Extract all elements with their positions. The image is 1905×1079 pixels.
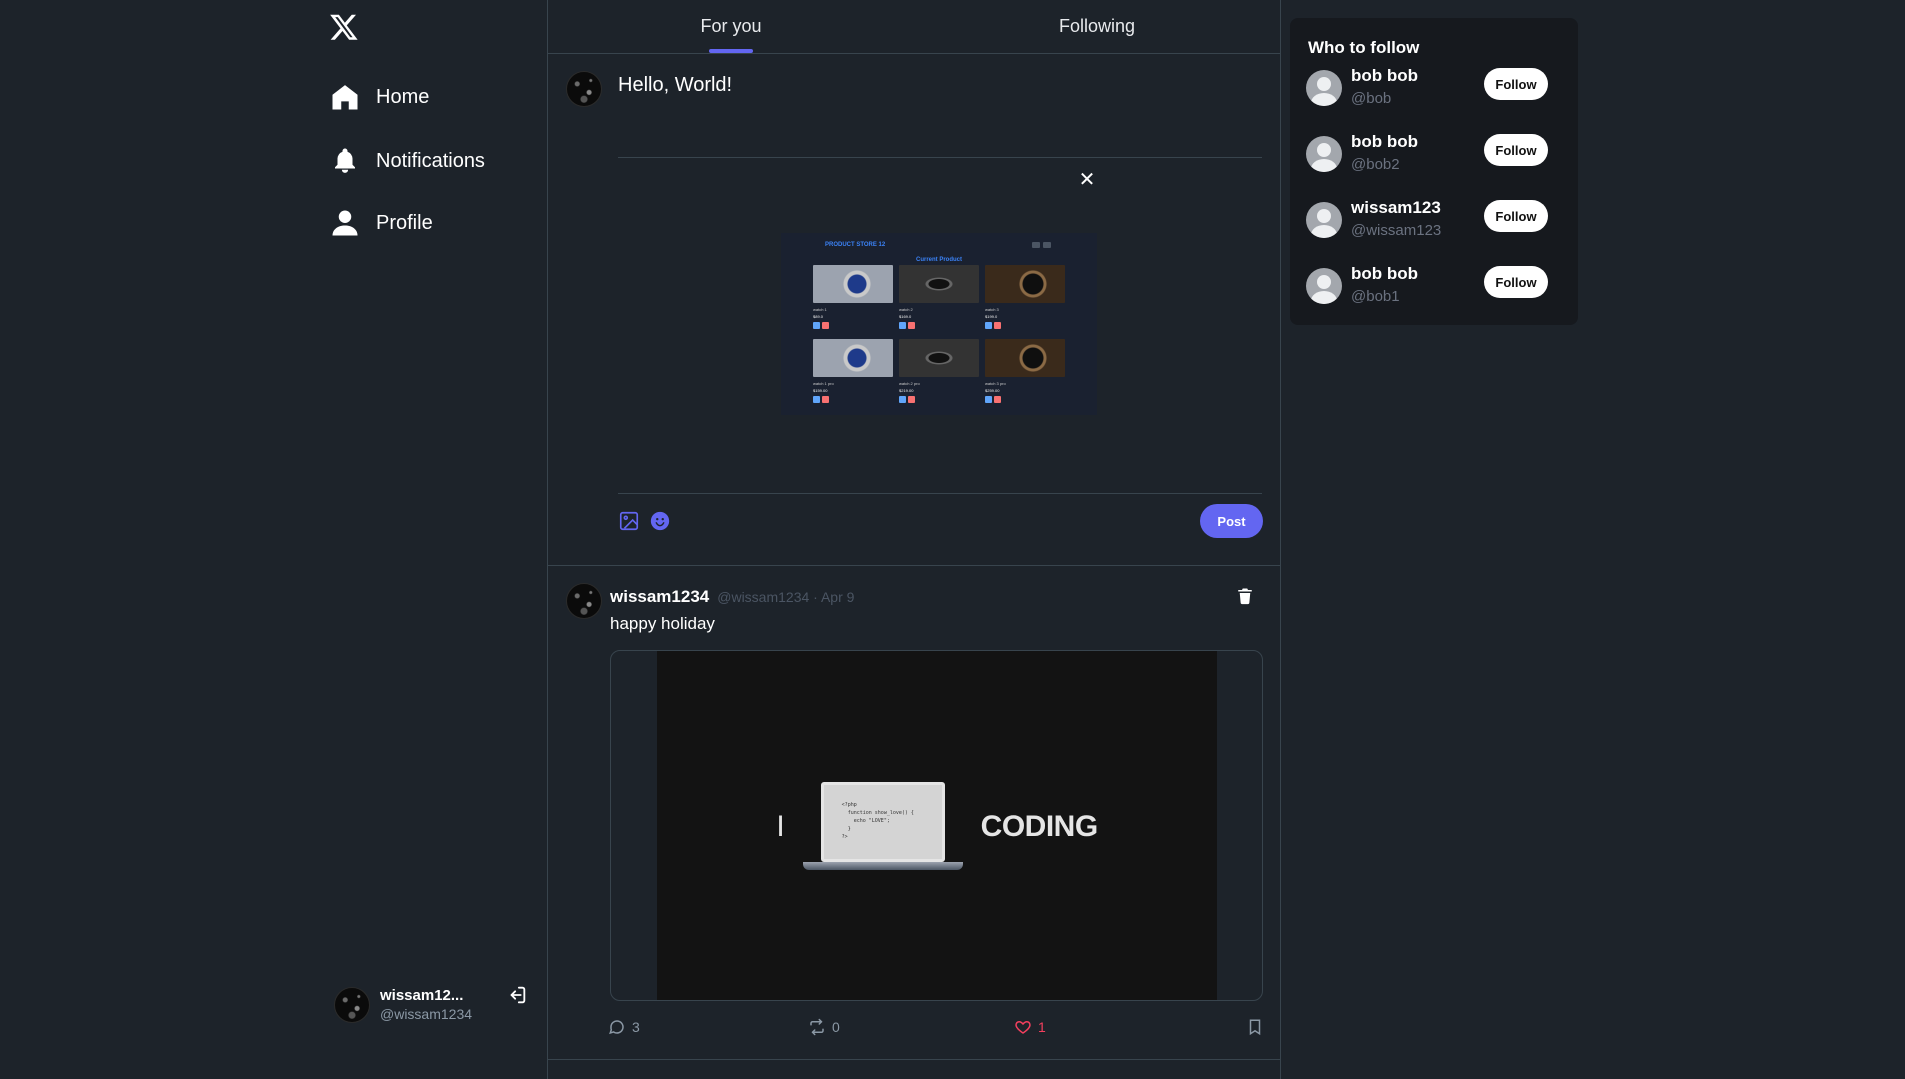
account-handle: @wissam1234 (380, 1005, 473, 1022)
follow-button[interactable]: Follow (1484, 266, 1548, 298)
comment-icon (609, 1020, 624, 1035)
who-to-follow-title: Who to follow (1308, 38, 1420, 57)
default-avatar-icon[interactable] (1306, 70, 1342, 106)
nav-profile-label: Profile (376, 211, 433, 234)
logout-icon[interactable] (506, 984, 530, 1008)
follow-suggestion: wissam123 @wissam123 Follow (1306, 198, 1562, 248)
media-left-word: I (776, 809, 785, 843)
suggestion-handle: @bob2 (1351, 156, 1400, 173)
bell-icon (335, 148, 355, 173)
x-logo-icon[interactable] (326, 9, 362, 45)
home-icon (332, 85, 358, 110)
suggestion-name[interactable]: bob bob (1351, 66, 1418, 86)
composer-input[interactable]: Hello, World! (618, 74, 732, 97)
tab-for-you[interactable]: For you (548, 0, 914, 53)
follow-suggestion: bob bob @bob Follow (1306, 66, 1562, 116)
post-actions: 3 0 1 (608, 1018, 1262, 1042)
preview-product-card: watch 3 pro $259.00 (985, 339, 1065, 409)
follow-suggestion: bob bob @bob1 Follow (1306, 264, 1562, 314)
post-text: happy holiday (610, 614, 715, 633)
trash-icon[interactable] (1236, 586, 1254, 606)
preview-product-card: watch 2 pro $219.00 (899, 339, 979, 409)
left-sidebar: Home Notifications Profile wissam12... @… (0, 0, 547, 1079)
heart-icon (1015, 1020, 1031, 1034)
laptop-illustration: <?php function show_love() { echo "LOVE"… (802, 781, 963, 872)
follow-button[interactable]: Follow (1484, 134, 1548, 166)
attached-image-preview: PRODUCT STORE 12 Current Product watch 1… (781, 233, 1097, 415)
post-button[interactable]: Post (1200, 504, 1263, 538)
preview-product-card: watch 1 $89.0 (813, 265, 893, 335)
preview-product-card: watch 1 pro $159.00 (813, 339, 893, 409)
follow-button[interactable]: Follow (1484, 200, 1548, 232)
suggestion-name[interactable]: bob bob (1351, 132, 1418, 152)
like-button[interactable]: 1 (1014, 1018, 1046, 1036)
post-meta: @wissam1234 · Apr 9 (717, 589, 855, 605)
feed-tabs: For you Following (548, 0, 1280, 54)
post-composer: Hello, World! ✕ PRODUCT STORE 12 Current… (548, 54, 1280, 566)
default-avatar-icon[interactable] (1306, 202, 1342, 238)
retweet-button[interactable]: 0 (808, 1018, 840, 1036)
tab-following[interactable]: Following (914, 0, 1280, 53)
composer-toolbar-divider (618, 493, 1262, 494)
nav-notifications[interactable]: Notifications (326, 142, 491, 180)
post-divider (548, 1059, 1280, 1060)
retweet-icon (810, 1018, 824, 1036)
follow-button[interactable]: Follow (1484, 68, 1548, 100)
retweet-count: 0 (832, 1019, 840, 1035)
emoji-icon[interactable] (649, 510, 671, 532)
preview-product-card: watch 2 $169.0 (899, 265, 979, 335)
bookmark-icon (1249, 1019, 1261, 1036)
preview-subtitle: Current Product (915, 257, 962, 263)
preview-title: PRODUCT STORE 12 (825, 242, 886, 248)
composer-avatar (566, 71, 602, 107)
default-avatar-icon[interactable] (1306, 268, 1342, 304)
suggestion-handle: @bob (1351, 90, 1392, 107)
avatar (334, 987, 370, 1023)
account-switcher[interactable]: wissam12... @wissam1234 (334, 980, 534, 1030)
post-author-avatar[interactable] (566, 583, 602, 619)
account-name: wissam12... (380, 986, 464, 1004)
reply-count: 3 (632, 1019, 640, 1035)
user-icon (332, 210, 358, 236)
nav-home-label: Home (376, 85, 430, 108)
nav-profile[interactable]: Profile (326, 204, 439, 242)
nav-notifications-label: Notifications (376, 149, 485, 172)
post-author-name[interactable]: wissam1234 (610, 587, 709, 607)
default-avatar-icon[interactable] (1306, 136, 1342, 172)
post-media[interactable]: I <?php function show_love() { echo "LOV… (610, 650, 1263, 1001)
follow-suggestion: bob bob @bob2 Follow (1306, 132, 1562, 182)
suggestion-name[interactable]: wissam123 (1351, 198, 1441, 218)
nav-home[interactable]: Home (326, 78, 435, 116)
media-code: <?php function show_love() { echo "LOVE"… (820, 781, 945, 862)
media-right-word: CODING (980, 809, 1099, 843)
preview-product-card: watch 3 $199.0 (985, 265, 1065, 335)
main-feed: For you Following Hello, World! ✕ PRODUC… (547, 0, 1281, 1079)
suggestion-handle: @wissam123 (1351, 222, 1442, 239)
suggestion-name[interactable]: bob bob (1351, 264, 1418, 284)
like-count: 1 (1038, 1019, 1046, 1035)
reply-button[interactable]: 3 (608, 1018, 640, 1036)
remove-image-button[interactable]: ✕ (1076, 168, 1098, 191)
who-to-follow-panel: Who to follow bob bob @bob Follow bob bo… (1290, 18, 1578, 325)
bookmark-button[interactable] (1246, 1018, 1264, 1036)
suggestion-handle: @bob1 (1351, 288, 1400, 305)
composer-divider (618, 157, 1262, 158)
post: wissam1234 @wissam1234 · Apr 9 happy hol… (548, 566, 1280, 1059)
image-upload-icon[interactable] (618, 510, 640, 532)
